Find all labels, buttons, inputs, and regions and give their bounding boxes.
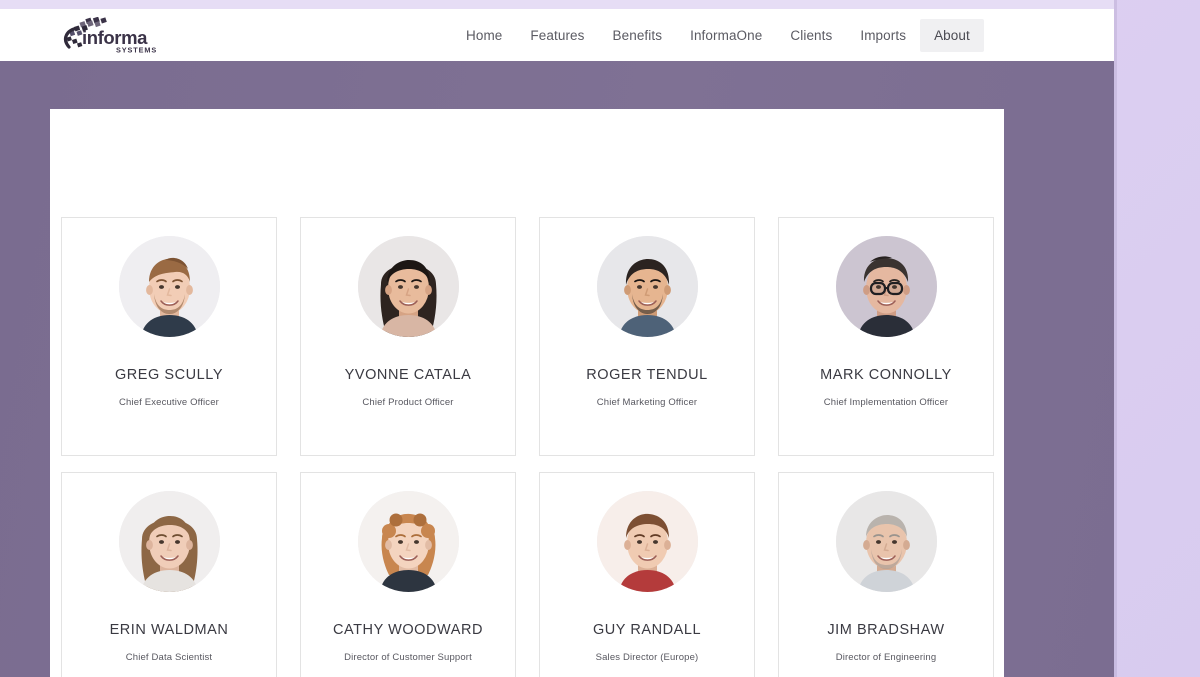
portrait-yvonne-catala	[357, 236, 459, 337]
member-name: YVONNE CATALA	[344, 367, 472, 383]
content-sheet: GREG SCULLY Chief Executive Officer YVONN…	[50, 109, 1004, 677]
member-name: GUY RANDALL	[592, 622, 702, 638]
nav-item-home[interactable]: Home	[452, 19, 516, 52]
site-header: informa SYSTEMS Home Features Benefits I…	[0, 9, 1114, 61]
member-title: Chief Marketing Officer	[596, 397, 698, 408]
member-name: CATHY WOODWARD	[332, 622, 483, 638]
member-title: Chief Executive Officer	[119, 397, 219, 408]
member-title: Director of Engineering	[835, 652, 937, 663]
nav-item-features[interactable]: Features	[516, 19, 598, 52]
main-nav: Home Features Benefits InformaOne Client…	[452, 9, 984, 61]
team-member-card[interactable]: ERIN WALDMAN Chief Data Scientist	[61, 472, 277, 677]
team-member-card[interactable]: ROGER TENDUL Chief Marketing Officer	[539, 217, 755, 456]
portrait-erin-waldman	[118, 491, 220, 592]
team-grid: GREG SCULLY Chief Executive Officer YVONN…	[61, 217, 994, 677]
nav-item-informaone[interactable]: InformaOne	[676, 19, 776, 52]
member-title: Chief Product Officer	[362, 397, 454, 408]
portrait-greg-scully	[118, 236, 220, 337]
member-title: Chief Implementation Officer	[823, 397, 949, 408]
portrait-jim-bradshaw	[835, 491, 937, 592]
nav-item-clients[interactable]: Clients	[776, 19, 846, 52]
portrait-guy-randall	[596, 491, 698, 592]
portrait-roger-tendul	[596, 236, 698, 337]
member-name: MARK CONNOLLY	[820, 367, 952, 383]
member-title: Director of Customer Support	[344, 652, 472, 663]
member-name: ROGER TENDUL	[586, 367, 708, 383]
team-member-card[interactable]: GREG SCULLY Chief Executive Officer	[61, 217, 277, 456]
window-top-strip	[0, 0, 1114, 9]
nav-item-benefits[interactable]: Benefits	[599, 19, 677, 52]
member-name: GREG SCULLY	[114, 367, 224, 383]
team-member-card[interactable]: YVONNE CATALA Chief Product Officer	[300, 217, 516, 456]
svg-text:SYSTEMS: SYSTEMS	[116, 46, 157, 55]
portrait-mark-connolly	[835, 236, 937, 337]
nav-item-about[interactable]: About	[920, 18, 984, 52]
desktop-backdrop: informa SYSTEMS Home Features Benefits I…	[0, 0, 1200, 677]
team-member-card[interactable]: CATHY WOODWARD Director of Customer Suppo…	[300, 472, 516, 677]
portrait-cathy-woodward	[357, 491, 459, 592]
pixel-swoosh-icon: informa SYSTEMS	[64, 17, 157, 55]
brand-logo[interactable]: informa SYSTEMS	[56, 17, 164, 55]
team-member-card[interactable]: MARK CONNOLLY Chief Implementation Office…	[778, 217, 994, 456]
window-right-edge	[1114, 0, 1117, 677]
member-title: Chief Data Scientist	[125, 652, 213, 663]
team-member-card[interactable]: GUY RANDALL Sales Director (Europe)	[539, 472, 755, 677]
member-title: Sales Director (Europe)	[595, 652, 699, 663]
nav-item-imports[interactable]: Imports	[846, 19, 920, 52]
team-member-card[interactable]: JIM BRADSHAW Director of Engineering	[778, 472, 994, 677]
member-name: JIM BRADSHAW	[827, 622, 945, 638]
browser-window: informa SYSTEMS Home Features Benefits I…	[0, 9, 1114, 677]
member-name: ERIN WALDMAN	[109, 622, 229, 638]
